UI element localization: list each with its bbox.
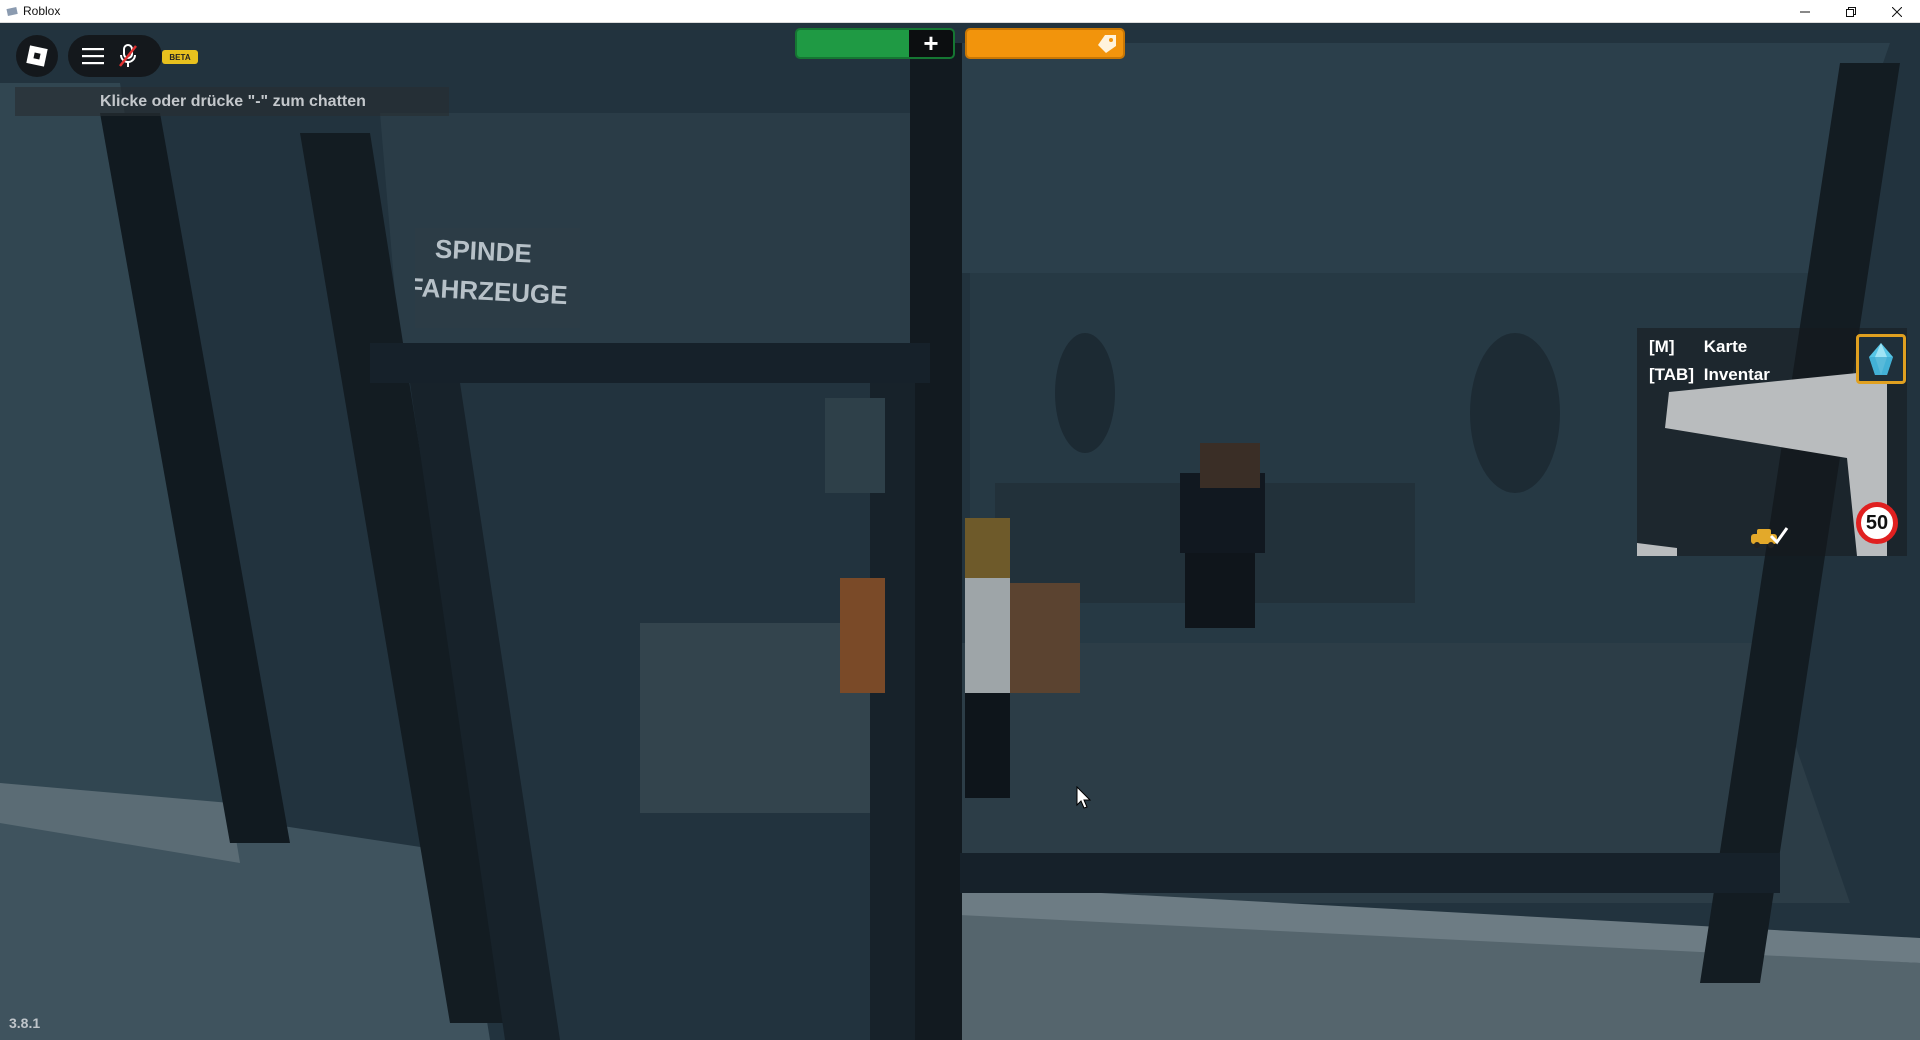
close-button[interactable]: [1874, 0, 1920, 23]
cursor-icon: [1076, 786, 1092, 809]
game-window: Roblox SPINDE FAHRZEUGE BETA Klicke oder…: [0, 0, 1920, 1040]
keybind-map: [M] Karte: [1649, 337, 1747, 357]
keybind-map-label: Karte: [1703, 337, 1748, 356]
sign-line2: FAHRZEUGE: [415, 272, 568, 310]
speed-limit-sign: 50: [1856, 502, 1898, 544]
car-marker-icon: [1751, 527, 1789, 548]
version-label: 3.8.1: [9, 1015, 41, 1031]
window-controls: [1782, 0, 1920, 23]
beta-badge: BETA: [162, 50, 198, 64]
window-title: Roblox: [23, 4, 61, 18]
stamina-bar: [965, 28, 1125, 59]
game-viewport[interactable]: SPINDE FAHRZEUGE: [0, 23, 1920, 1040]
crystal-button[interactable]: [1856, 334, 1906, 384]
keybind-inventory-key: [TAB]: [1649, 365, 1694, 384]
roblox-menu-button[interactable]: [16, 35, 58, 77]
restore-button[interactable]: [1828, 0, 1874, 23]
sign-line1: SPINDE: [434, 233, 532, 268]
minimize-icon: [1800, 11, 1810, 12]
scene-render: [0, 23, 1920, 1040]
health-bar: +: [795, 28, 955, 59]
mic-muted-icon[interactable]: [118, 44, 138, 68]
chat-bar[interactable]: Klicke oder drücke "-" zum chatten: [15, 87, 449, 116]
tag-icon: [1098, 35, 1116, 53]
hud-controls-pill: [68, 35, 162, 77]
close-icon: [1892, 6, 1902, 17]
minimize-button[interactable]: [1782, 0, 1828, 23]
roblox-logo-icon: [26, 45, 48, 67]
keybind-inventory-label: Inventar: [1703, 365, 1770, 384]
roblox-app-icon: [6, 7, 18, 16]
hamburger-icon[interactable]: [82, 47, 104, 65]
keybind-map-key: [M]: [1649, 337, 1675, 356]
restore-icon: [1846, 6, 1856, 17]
window-titlebar: Roblox: [0, 0, 1920, 23]
chat-hint-text: Klicke oder drücke "-" zum chatten: [100, 92, 366, 110]
keybind-inventory: [TAB] Inventar: [1649, 365, 1770, 385]
crystal-icon: [1869, 343, 1893, 375]
health-plus-icon: +: [909, 30, 953, 57]
sign-label: SPINDE FAHRZEUGE: [415, 233, 568, 310]
